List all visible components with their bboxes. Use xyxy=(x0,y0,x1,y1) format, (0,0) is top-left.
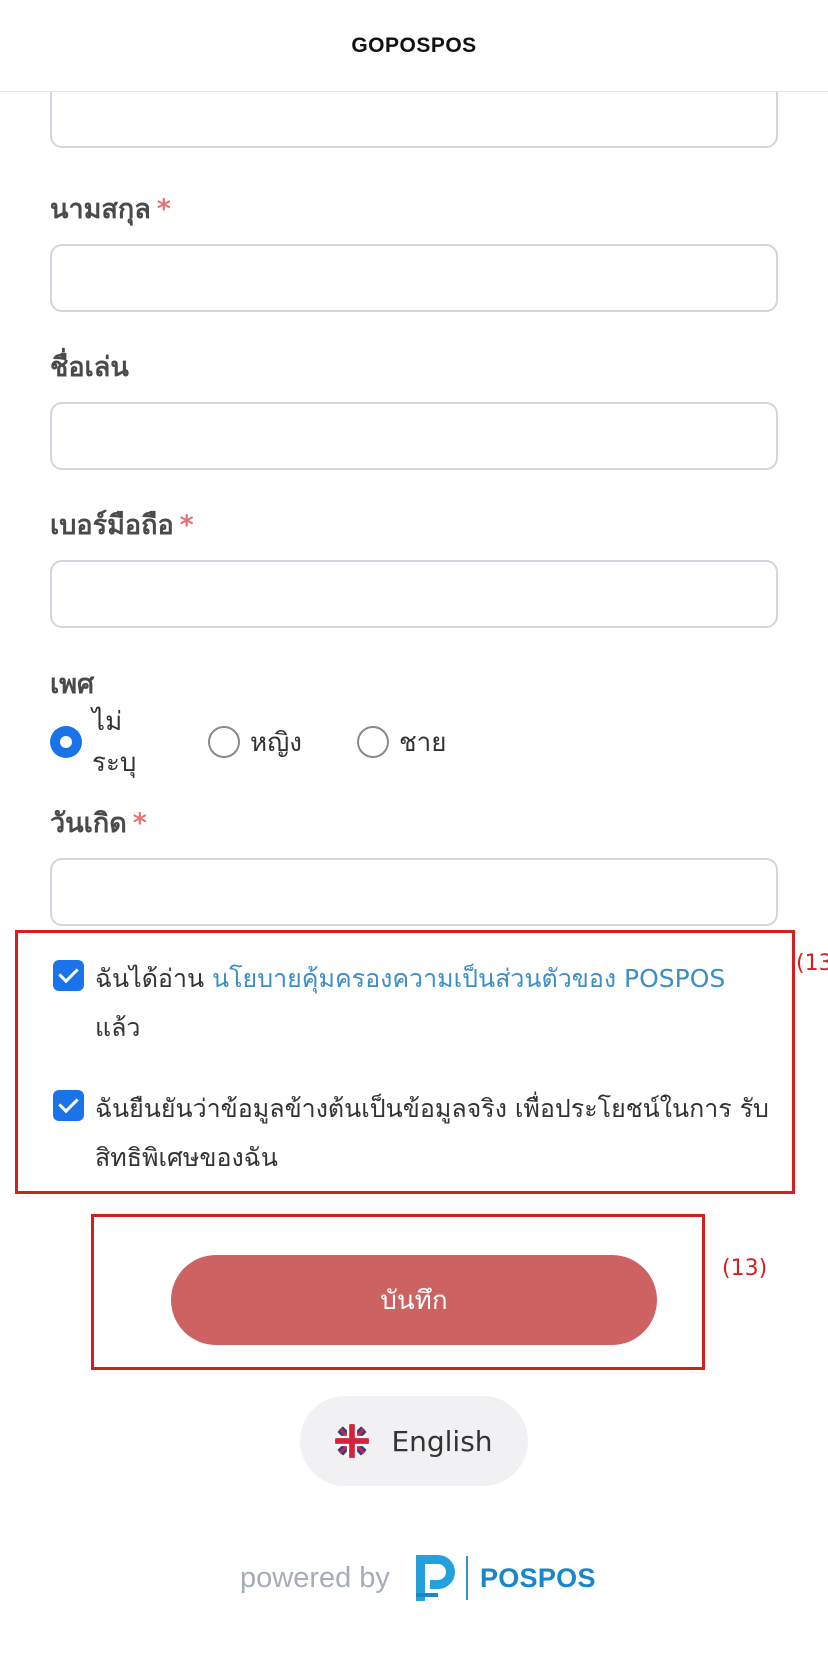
checkbox-checked-icon[interactable] xyxy=(53,960,84,991)
phone-input[interactable] xyxy=(50,560,778,628)
powered-by-text: powered by xyxy=(240,1561,390,1594)
gender-option-female[interactable]: หญิง xyxy=(208,719,302,765)
birthday-label: วันเกิด * xyxy=(50,801,147,844)
lastname-label-text: นามสกุล xyxy=(50,194,151,225)
radio-selected-icon[interactable] xyxy=(50,726,82,758)
required-marker: * xyxy=(156,194,171,225)
gender-label-text: เพศ xyxy=(50,669,95,700)
registration-page: GOPOSPOS นามสกุล * ชื่อเล่น เบอร์มือถือ * … xyxy=(0,0,828,1653)
annotation-label: (13) xyxy=(722,1256,768,1281)
uk-flag-icon xyxy=(335,1424,370,1458)
pospos-wordmark: POSPOS xyxy=(479,1562,596,1593)
gender-option-label: ชาย xyxy=(399,727,447,758)
privacy-consent: ฉันได้อ่าน นโยบายคุ้มครองความเป็นส่วนตัว… xyxy=(53,954,775,1052)
pospos-logo-icon xyxy=(415,1555,455,1601)
top-bar: GOPOSPOS xyxy=(0,0,828,92)
data-accuracy-consent: ฉันยืนยันว่าข้อมูลข้างต้นเป็นข้อมูลจริง … xyxy=(53,1084,775,1182)
save-button-label: บันทึก xyxy=(380,1285,448,1316)
language-label: English xyxy=(391,1424,493,1458)
required-marker: * xyxy=(132,808,147,839)
phone-label: เบอร์มือถือ * xyxy=(50,503,194,546)
gender-label: เพศ xyxy=(50,662,94,705)
consent-annotation-box: ฉันได้อ่าน นโยบายคุ้มครองความเป็นส่วนตัว… xyxy=(15,930,795,1194)
lastname-input[interactable] xyxy=(50,244,778,312)
page-title: GOPOSPOS xyxy=(351,33,477,57)
lastname-label: นามสกุล * xyxy=(50,187,171,230)
birthday-label-text: วันเกิด xyxy=(50,808,127,839)
gender-option-label: หญิง xyxy=(250,727,302,758)
logo-divider xyxy=(465,1556,468,1600)
privacy-consent-text: ฉันได้อ่าน นโยบายคุ้มครองความเป็นส่วนตัว… xyxy=(95,954,775,1052)
required-marker: * xyxy=(179,510,194,541)
gender-option-label: ไม่ระบุ xyxy=(92,707,137,778)
language-button[interactable]: English xyxy=(300,1396,528,1486)
gender-option-unspecified[interactable]: ไม่ระบุ xyxy=(50,707,136,778)
checkbox-checked-icon[interactable] xyxy=(53,1090,84,1121)
phone-label-text: เบอร์มือถือ xyxy=(50,510,174,541)
consent-text-before: ฉันได้อ่าน xyxy=(95,964,205,993)
annotation-label: (13 xyxy=(796,951,828,976)
radio-unselected-icon[interactable] xyxy=(357,726,389,758)
nickname-label: ชื่อเล่น xyxy=(50,345,129,388)
nickname-label-text: ชื่อเล่น xyxy=(50,352,129,383)
radio-unselected-icon[interactable] xyxy=(208,726,240,758)
data-accuracy-consent-text: ฉันยืนยันว่าข้อมูลข้างต้นเป็นข้อมูลจริง … xyxy=(95,1094,769,1172)
gender-option-male[interactable]: ชาย xyxy=(357,719,446,765)
nickname-input[interactable] xyxy=(50,402,778,470)
consent-text-after: แล้ว xyxy=(95,1013,141,1042)
powered-by-footer: powered by POSPOS xyxy=(240,1553,596,1603)
save-button[interactable]: บันทึก xyxy=(171,1255,657,1345)
pospos-logo: POSPOS xyxy=(415,1555,596,1601)
birthday-input[interactable] xyxy=(50,858,778,926)
privacy-policy-link[interactable]: นโยบายคุ้มครองความเป็นส่วนตัวของ POSPOS xyxy=(212,964,725,993)
